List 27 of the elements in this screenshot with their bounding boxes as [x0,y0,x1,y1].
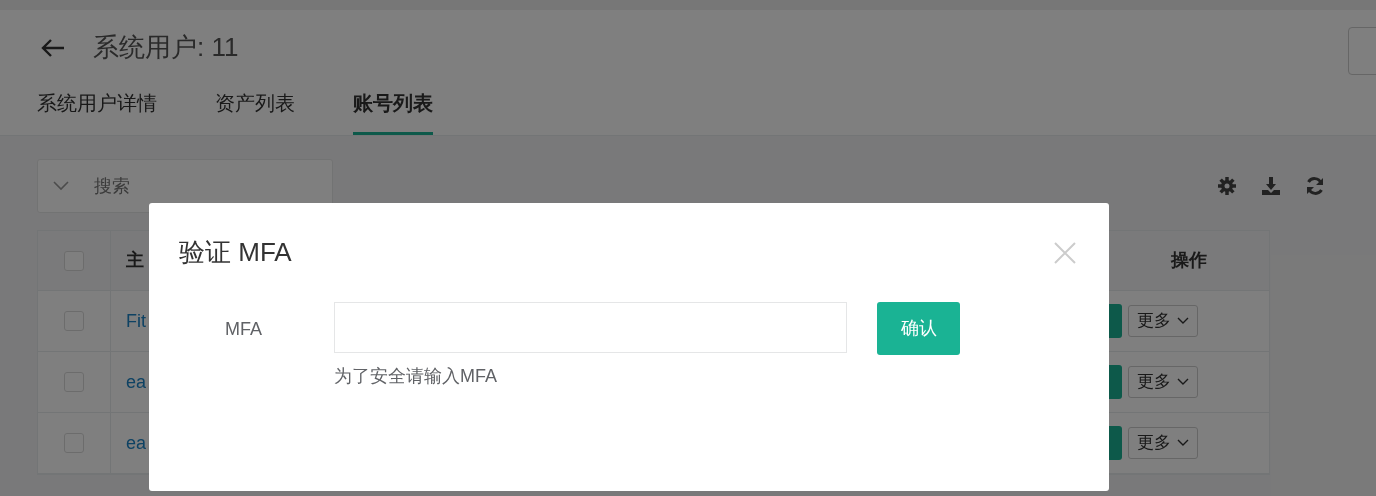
chevron-down-icon [1177,439,1189,447]
name-link[interactable]: ea [126,429,147,457]
help-text: 为了安全请输入MFA [334,365,498,388]
download-icon[interactable] [1261,176,1281,196]
back-arrow-icon[interactable] [40,37,66,58]
column-header: 操作 [1170,249,1208,272]
action-button[interactable] [1348,26,1376,75]
more-dropdown[interactable]: 更多 [1128,305,1198,337]
settings-icon[interactable] [1217,176,1237,196]
more-dropdown[interactable]: 更多 [1128,366,1198,398]
dialog-title: 验证 MFA [179,236,292,269]
refresh-icon[interactable] [1305,176,1325,196]
column-header: 主 [126,249,144,272]
chevron-down-icon [1177,378,1189,386]
tab[interactable]: 资产列表 [215,85,295,135]
field-label: MFA [224,318,262,341]
tab[interactable]: 账号列表 [353,85,433,135]
more-dropdown[interactable]: 更多 [1128,427,1198,459]
confirm-button[interactable]: 确认 [877,302,960,355]
chevron-down-icon[interactable] [53,181,69,191]
mfa-input-field[interactable] [334,302,847,353]
tab[interactable]: 系统用户详情 [37,85,157,135]
name-link[interactable]: Fit [126,307,146,335]
name-link[interactable]: ea [126,368,147,396]
chevron-down-icon [1177,317,1189,325]
page-title: 系统用户: 11 [93,31,239,64]
close-icon[interactable] [1054,241,1076,264]
